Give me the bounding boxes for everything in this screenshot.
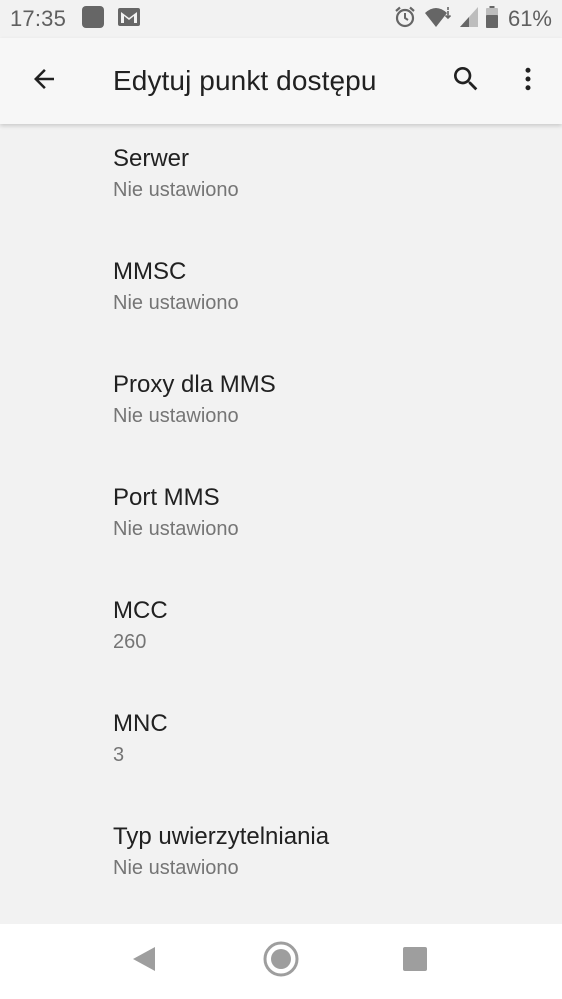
status-system-icons: 61% xyxy=(394,5,552,33)
setting-summary: Nie ustawiono xyxy=(113,518,239,540)
navigation-bar xyxy=(0,924,562,999)
setting-summary: 3 xyxy=(113,744,125,766)
setting-title: MMSC xyxy=(113,258,187,285)
back-triangle-icon xyxy=(132,946,156,977)
app-square-icon xyxy=(82,5,105,33)
setting-item-server[interactable]: Serwer Nie ustawiono xyxy=(0,124,562,237)
arrow-back-icon xyxy=(29,64,59,99)
back-button[interactable] xyxy=(16,53,72,109)
nav-recents-button[interactable] xyxy=(375,924,455,999)
battery-icon xyxy=(485,5,498,33)
setting-summary: Nie ustawiono xyxy=(113,292,239,314)
setting-title: Port MMS xyxy=(113,484,220,511)
settings-list: Serwer Nie ustawiono MMSC Nie ustawiono … xyxy=(0,124,562,924)
nav-back-button[interactable] xyxy=(104,924,184,999)
setting-title: Typ uwierzytelniania xyxy=(113,823,330,850)
home-circle-icon xyxy=(263,941,299,982)
battery-percentage: 61% xyxy=(507,6,552,31)
setting-title: MNC xyxy=(113,710,168,737)
setting-item-mnc[interactable]: MNC 3 xyxy=(0,689,562,802)
setting-summary: Nie ustawiono xyxy=(113,857,239,879)
setting-summary: 260 xyxy=(113,631,147,653)
status-time: 17:35 xyxy=(10,6,67,31)
setting-title: Proxy dla MMS xyxy=(113,371,276,398)
cell-signal-icon xyxy=(459,6,478,32)
search-icon xyxy=(450,63,482,100)
wifi-icon xyxy=(424,6,452,33)
screen: 17:35 61% Edytuj punkt dostępu Serwer Ni… xyxy=(0,0,562,999)
setting-item-mcc[interactable]: MCC 260 xyxy=(0,576,562,689)
gmail-icon xyxy=(118,7,141,31)
more-vert-icon xyxy=(513,64,543,99)
setting-title: MCC xyxy=(113,597,168,624)
setting-title: Serwer xyxy=(113,145,190,172)
app-bar: Edytuj punkt dostępu xyxy=(0,38,562,124)
setting-item-mms-port[interactable]: Port MMS Nie ustawiono xyxy=(0,463,562,576)
nav-home-button[interactable] xyxy=(241,924,321,999)
alarm-icon xyxy=(394,6,416,33)
page-title: Edytuj punkt dostępu xyxy=(113,65,377,96)
setting-item-auth-type[interactable]: Typ uwierzytelniania Nie ustawiono xyxy=(0,802,562,915)
setting-item-mms-proxy[interactable]: Proxy dla MMS Nie ustawiono xyxy=(0,350,562,463)
setting-summary: Nie ustawiono xyxy=(113,179,239,201)
setting-item-mmsc[interactable]: MMSC Nie ustawiono xyxy=(0,237,562,350)
more-options-button[interactable] xyxy=(500,53,556,109)
recents-square-icon xyxy=(403,947,427,976)
status-notification-icons xyxy=(82,5,141,33)
search-button[interactable] xyxy=(438,53,494,109)
setting-summary: Nie ustawiono xyxy=(113,405,239,427)
status-bar: 17:35 61% xyxy=(0,0,562,38)
